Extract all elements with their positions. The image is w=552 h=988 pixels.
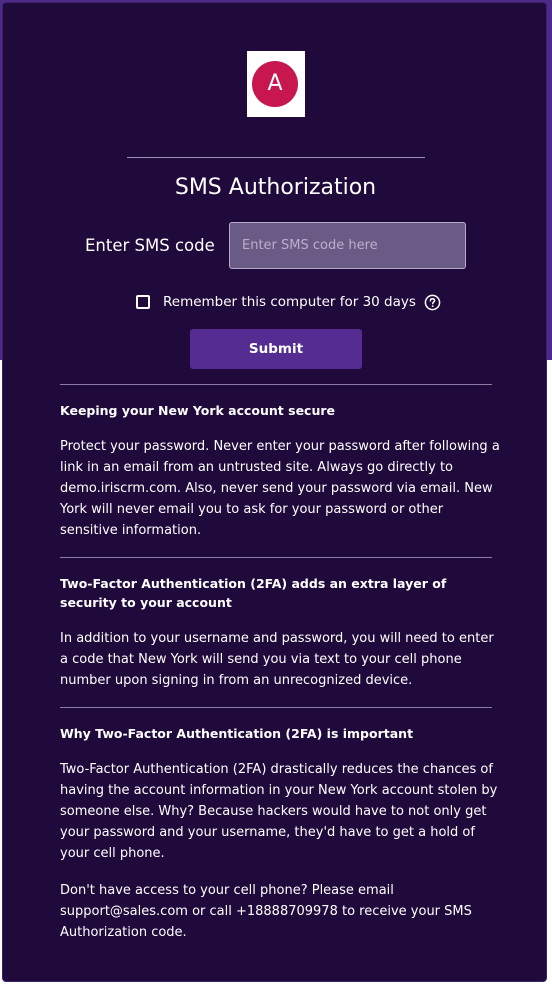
auth-card: A SMS Authorization Enter SMS code Remem… bbox=[2, 2, 547, 982]
title-divider bbox=[127, 157, 425, 158]
page: A SMS Authorization Enter SMS code Remem… bbox=[0, 0, 552, 988]
question-circle-icon[interactable] bbox=[424, 294, 441, 311]
remember-row: Remember this computer for 30 days bbox=[136, 293, 441, 311]
section-heading-account-secure: Keeping your New York account secure bbox=[60, 403, 335, 418]
sms-code-label: Enter SMS code bbox=[85, 236, 215, 255]
section-heading-2fa-extra-layer: Two-Factor Authentication (2FA) adds an … bbox=[60, 576, 447, 610]
section-paragraph-support-contact: Don't have access to your cell phone? Pl… bbox=[60, 883, 472, 940]
brand-logo: A bbox=[247, 51, 305, 117]
section-divider bbox=[60, 557, 492, 558]
brand-logo-icon: A bbox=[252, 61, 298, 107]
page-title: SMS Authorization bbox=[174, 175, 377, 200]
section-heading-2fa-important: Why Two-Factor Authentication (2FA) is i… bbox=[60, 726, 414, 741]
remember-label[interactable]: Remember this computer for 30 days bbox=[163, 294, 416, 310]
section-divider bbox=[60, 384, 492, 385]
section-paragraph-2fa-important: Two-Factor Authentication (2FA) drastica… bbox=[60, 762, 498, 861]
section-divider bbox=[60, 707, 492, 708]
section-paragraph-2fa-extra-layer: In addition to your username and passwor… bbox=[60, 631, 494, 688]
remember-checkbox[interactable] bbox=[136, 295, 150, 309]
sms-code-input[interactable] bbox=[229, 222, 466, 269]
submit-button[interactable]: Submit bbox=[190, 329, 362, 369]
section-paragraph-account-secure: Protect your password. Never enter your … bbox=[60, 439, 500, 538]
